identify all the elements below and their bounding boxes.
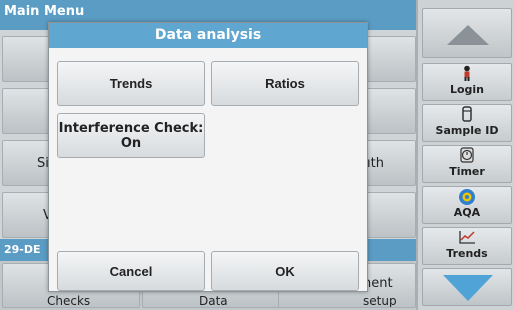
aqa-button[interactable]: AQA <box>422 186 512 224</box>
scroll-up-button[interactable] <box>422 8 512 58</box>
login-button[interactable]: Login <box>422 63 512 101</box>
triangle-up-icon <box>447 25 489 45</box>
ratios-button[interactable]: Ratios <box>211 61 359 106</box>
trends-icon <box>423 229 511 247</box>
ok-button[interactable]: OK <box>211 251 359 291</box>
bg-row-label-right: ıth <box>367 156 384 171</box>
date-text: 29-DE <box>4 243 41 256</box>
data-analysis-dialog: Data analysis Trends Ratios Interference… <box>48 22 368 292</box>
person-icon <box>423 65 511 83</box>
aqa-icon <box>423 188 511 206</box>
trends-sidebar-button[interactable]: Trends <box>422 227 512 265</box>
sample-id-button[interactable]: Sample ID <box>422 104 512 142</box>
main-menu-title: Main Menu <box>4 4 85 19</box>
dialog-title: Data analysis <box>49 23 367 48</box>
bg-bottom-text-1: Checks <box>47 294 91 308</box>
interference-check-label: Interference Check: <box>58 120 204 136</box>
vial-icon <box>423 106 511 124</box>
right-sidebar: Login Sample ID Timer AQA Trends <box>416 0 514 310</box>
triangle-down-icon <box>443 275 493 301</box>
bg-bottom-text-2: Data <box>199 294 228 308</box>
timer-button[interactable]: Timer <box>422 145 512 183</box>
cancel-button[interactable]: Cancel <box>57 251 205 291</box>
interference-check-button[interactable]: Interference Check: On <box>57 113 205 158</box>
scroll-down-button[interactable] <box>422 268 512 306</box>
interference-check-value: On <box>120 135 142 151</box>
timer-icon <box>423 147 511 165</box>
trends-button[interactable]: Trends <box>57 61 205 106</box>
bg-bottom-text-4: setup <box>363 294 397 308</box>
